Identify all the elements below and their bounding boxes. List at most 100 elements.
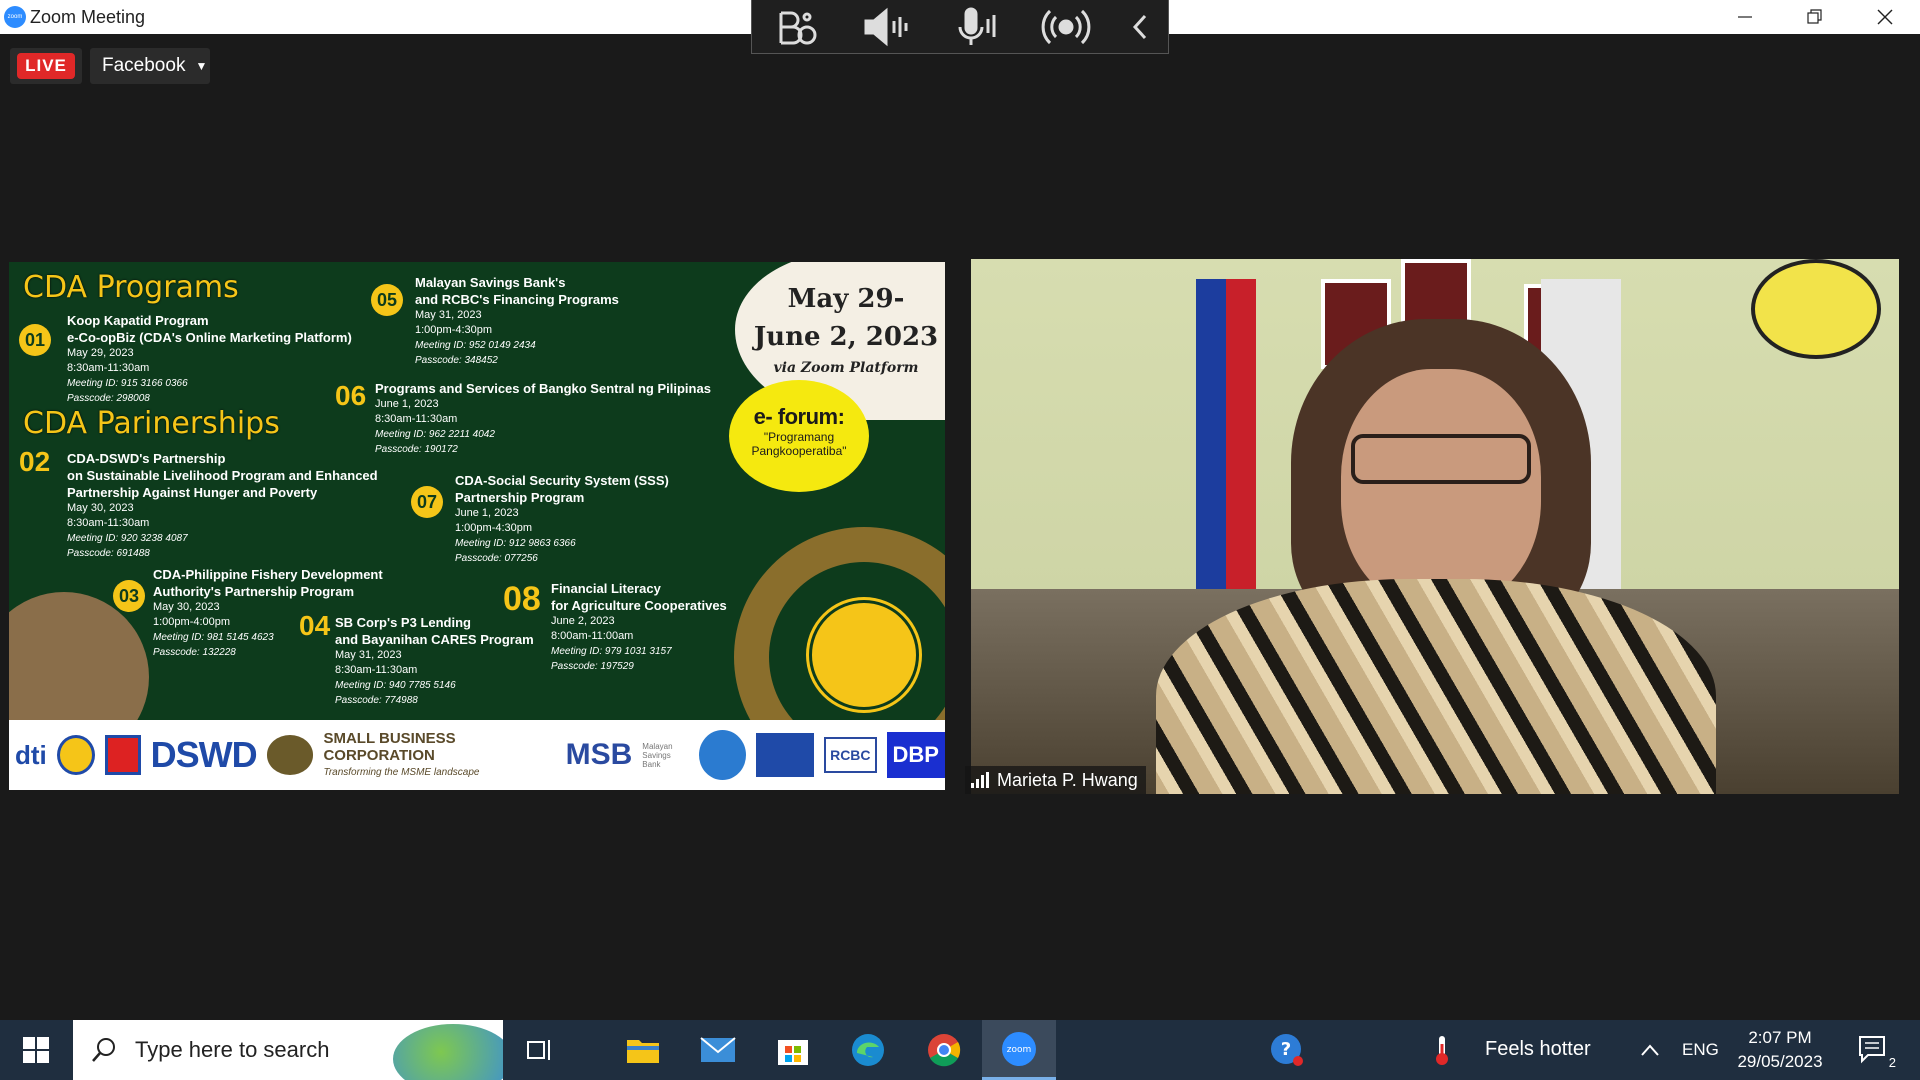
store-icon [778,1040,808,1065]
program-name: CDA-Philippine Fishery Development Autho… [153,567,383,599]
chevron-up-icon [1641,1044,1659,1056]
accessibility-button[interactable] [752,0,842,54]
mail-icon [700,1037,736,1062]
program-time: 8:30am-11:30am [67,362,150,374]
event-platform: via Zoom Platform [773,360,919,376]
program-date: May 30, 2023 [67,502,134,514]
weather-button[interactable] [1422,1020,1462,1080]
program-meeting-id: Meeting ID: 920 3238 4087 [67,533,188,544]
zoom-icon: zoom [1002,1031,1036,1066]
live-status-badge[interactable]: LIVE [10,48,82,84]
signal-strength-icon [971,772,989,788]
program-date: June 1, 2023 [455,507,519,519]
restore-button[interactable] [1780,0,1850,34]
system-clock[interactable]: 2:07 PM 29/05/2023 [1725,1026,1835,1074]
participant-name-tag: Marieta P. Hwang [965,766,1146,794]
live-platform-dropdown[interactable]: Facebook ▼ [90,48,210,84]
program-date: June 2, 2023 [551,615,615,627]
program-time: 8:30am-11:30am [375,413,458,425]
eforum-title: e- forum: [753,404,845,429]
program-number: 06 [335,380,367,411]
svg-text:?: ? [1281,1039,1291,1060]
show-hidden-icons-button[interactable] [1630,1020,1670,1080]
broadcast-button[interactable] [1021,0,1111,54]
collapse-toolbar-button[interactable] [1111,0,1168,54]
sb-corp-tagline: Transforming the MSME landscape [323,766,480,778]
weather-text[interactable]: Feels hotter [1485,1038,1591,1061]
program-time: 8:00am-11:00am [551,630,634,642]
program-name: Financial Literacy for Agriculture Coope… [551,581,727,613]
participant-video[interactable] [971,259,1899,794]
window-title: Zoom Meeting [30,7,146,27]
program-number: 04 [299,610,331,641]
program-name: CDA-Social Security System (SSS) Partner… [455,473,669,505]
task-view-button[interactable] [503,1020,577,1080]
program-name: CDA-DSWD's Partnership on Sustainable Li… [67,451,378,500]
philippine-flag [1196,279,1256,609]
broadcast-icon [1041,9,1091,44]
program-date: May 31, 2023 [335,649,402,661]
msb-logo: MSB [565,738,633,771]
close-icon [1877,9,1893,25]
chrome-icon [928,1034,961,1067]
program-time: 1:00pm-4:30pm [455,522,533,534]
speaker-button[interactable] [842,0,932,54]
program-meeting-id: Meeting ID: 940 7785 5146 [335,680,456,691]
event-dates: May 29- June 2, 2023 via Zoom Platform [751,280,941,376]
decorative-sun [809,600,919,710]
task-view-icon [527,1040,550,1060]
event-date-start: May 29- [787,284,905,314]
edge-browser-button[interactable] [831,1020,905,1080]
clock-date: 29/05/2023 [1737,1052,1823,1071]
notifications-button[interactable]: 2 [1844,1020,1904,1080]
minimize-button[interactable] [1710,0,1780,34]
sss-logo [755,733,815,777]
program-name: Koop Kapatid Program e-Co-opBiz (CDA's O… [67,313,352,345]
close-button[interactable] [1850,0,1920,34]
microphone-icon [958,7,996,45]
zoom-taskbar-button[interactable]: zoom [982,1020,1056,1080]
search-icon [92,1038,115,1062]
program-passcode: Passcode: 298008 [67,393,150,404]
program-date: May 29, 2023 [67,347,134,359]
chrome-button[interactable] [907,1020,981,1080]
help-button[interactable]: ? [1250,1020,1324,1080]
mail-button[interactable] [681,1020,755,1080]
accessibility-icon [779,11,817,44]
partner-logos-strip: dti DSWD SMALL BUSINESS CORPORATION Tran… [9,720,945,790]
microphone-button[interactable] [932,0,1022,54]
notification-icon [1859,1036,1885,1064]
program-passcode: Passcode: 348452 [415,355,498,366]
program-meeting-id: Meeting ID: 979 1031 3157 [551,646,672,657]
program-passcode: Passcode: 077256 [455,553,538,564]
bsp-logo [699,730,746,780]
sb-corp-name: SMALL BUSINESS CORPORATION [323,729,456,764]
program-number: 07 [411,486,443,518]
file-explorer-button[interactable] [606,1020,680,1080]
program-number: 02 [19,446,51,477]
floating-audio-toolbar [751,0,1169,54]
start-button[interactable] [0,1020,72,1080]
section-title-programs: CDA Programs [23,270,239,305]
participant-glasses [1351,434,1531,484]
program-meeting-id: Meeting ID: 962 2211 4042 [375,429,495,440]
program-time: 8:30am-11:30am [67,517,150,529]
microsoft-store-button[interactable] [756,1020,830,1080]
windows-icon [23,1037,49,1063]
restore-icon [1807,9,1822,24]
caret-down-icon: ▼ [195,59,208,73]
windows-taskbar: Type here to search zoom ? Feels hotter … [0,1020,1920,1080]
program-number: 08 [503,580,541,618]
msb-name: Malayan Savings Bank [642,741,673,769]
program-passcode: Passcode: 691488 [67,548,150,559]
shared-screen: May 29- June 2, 2023 via Zoom Platform e… [9,262,945,790]
program-date: May 31, 2023 [415,309,482,321]
svg-text:zoom: zoom [1007,1045,1032,1055]
language-indicator[interactable]: ENG [1682,1040,1719,1060]
dbp-logo: DBP [886,732,945,778]
taskbar-search-box[interactable]: Type here to search [73,1020,503,1080]
participant-body [1156,579,1716,794]
search-placeholder: Type here to search [135,1037,330,1062]
program-name: Malayan Savings Bank's and RCBC's Financ… [415,275,619,307]
section-title-partnerships: CDA Parinerships [23,406,280,441]
